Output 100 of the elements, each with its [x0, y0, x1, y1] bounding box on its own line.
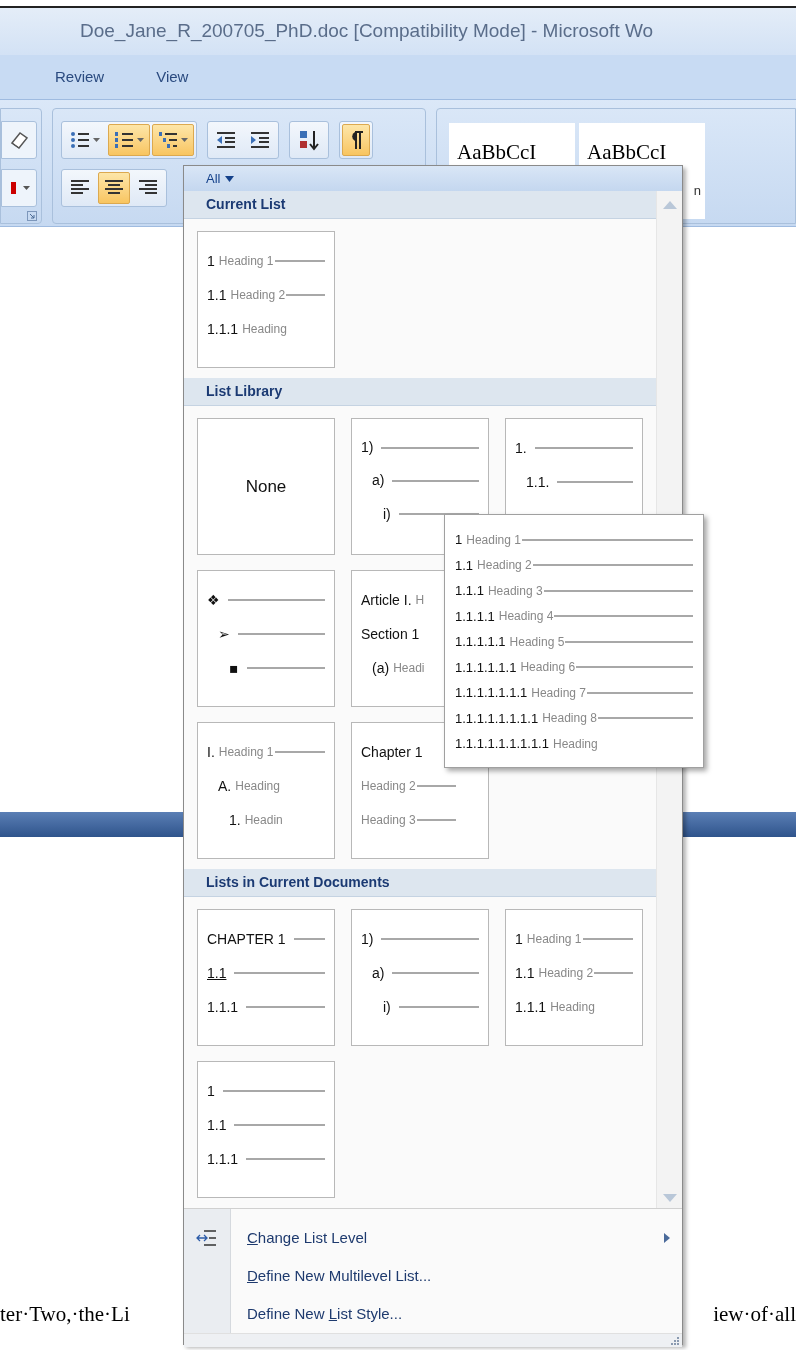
document-text: ter·Two,·the·Li	[0, 1300, 130, 1328]
heading-label: Heading 7	[531, 684, 586, 702]
list-style-tile[interactable]: I. Heading 1 A. Heading 1. Headin	[197, 722, 335, 859]
bullet-symbol: ➢	[218, 624, 230, 644]
caret-icon	[23, 185, 30, 191]
list-style-tile[interactable]: 1) a) i)	[351, 909, 489, 1046]
list-number: 1.1.1	[207, 319, 239, 339]
heading-label: Heading	[235, 778, 280, 795]
list-number: 1.	[229, 810, 241, 830]
style-name: n	[693, 181, 702, 200]
list-style-tile[interactable]: 1 Heading 1 1.1 Heading 2 1.1.1 Heading	[197, 231, 335, 368]
list-number: I.	[207, 742, 215, 762]
list-number: Chapter 1	[361, 742, 423, 762]
bullet-symbol: ▪	[229, 658, 239, 678]
scroll-down-icon	[662, 1194, 677, 1202]
heading-label: Heading	[550, 999, 595, 1016]
list-number: a)	[372, 963, 385, 983]
list-number: 1.1	[207, 963, 227, 983]
list-number: 1.1.1	[455, 582, 484, 600]
style-sample: AaBbCcI	[587, 139, 668, 166]
section-title: Current List	[206, 195, 286, 214]
heading-label: Heading	[552, 735, 598, 753]
font-color-icon	[11, 180, 17, 196]
caret-icon	[225, 175, 235, 182]
list-style-tile[interactable]: ❖ ➢ ▪	[197, 570, 335, 707]
align-right-icon	[138, 179, 158, 197]
caret-icon	[93, 137, 100, 143]
list-number: Article I.	[361, 590, 412, 610]
caret-icon	[181, 137, 188, 143]
heading-label: Heading 6	[520, 659, 576, 677]
list-number: 1.1	[207, 1115, 227, 1135]
heading-label: Heading 1	[218, 253, 274, 270]
none-label: None	[245, 475, 287, 498]
list-number: 1.1.1	[515, 997, 547, 1017]
list-style-tile[interactable]: 1 Heading 1 1.1 Heading 2 1.1.1 Heading	[505, 909, 643, 1046]
bullet-list-icon	[70, 130, 90, 150]
ribbon-tab[interactable]: View	[156, 65, 189, 89]
list-number: 1.1.1.1.1.1.1.1.1	[455, 735, 549, 753]
list-number: 1.1.1	[207, 997, 239, 1017]
list-number: (a)	[372, 658, 390, 678]
list-number: 1.	[515, 438, 527, 458]
heading-label: Heading 4	[498, 608, 554, 626]
caret-icon	[137, 137, 144, 143]
eraser-button[interactable]	[1, 121, 37, 159]
section-title: Lists in Current Documents	[206, 873, 390, 892]
numbered-list-icon	[114, 130, 134, 150]
heading-label: Heading 3	[361, 812, 416, 829]
heading-label: H	[415, 592, 425, 609]
list-number: a)	[372, 471, 385, 491]
multilevel-list-icon	[158, 130, 178, 150]
list-number: 1	[515, 929, 523, 949]
heading-label: Heading	[242, 321, 287, 338]
heading-label: Headi	[393, 660, 425, 677]
list-style-tile[interactable]: 1 1.1 1.1.1	[197, 1061, 335, 1198]
section-title: List Library	[206, 382, 283, 401]
list-number: 1	[207, 1081, 215, 1101]
list-number: 1)	[361, 438, 374, 458]
heading-label: Headin	[244, 812, 283, 829]
ribbon-tab[interactable]: Review	[55, 65, 105, 89]
window-title: Doe_Jane_R_200705_PhD.doc [Compatibility Mode] - Microsoft Wo	[80, 19, 654, 44]
align-left-icon	[70, 179, 90, 197]
menu-item[interactable]: Define New Multilevel List...	[184, 1257, 670, 1295]
heading-label: Heading 1	[218, 744, 274, 761]
list-number: i)	[383, 504, 391, 524]
heading-label: Heading 3	[487, 582, 543, 600]
list-number: 1.1.	[526, 472, 550, 492]
resize-grip-icon	[671, 1336, 679, 1345]
style-sample: AaBbCcI	[457, 139, 538, 166]
menu-item[interactable]: Define New List Style...	[184, 1295, 670, 1333]
dialog-launcher-icon	[27, 211, 37, 221]
heading-label: Heading 2	[230, 287, 286, 304]
submenu-arrow-icon	[664, 1233, 670, 1243]
heading-label: Heading 2	[361, 778, 416, 795]
document-text: iew·of·all	[713, 1300, 796, 1328]
list-number: i)	[383, 997, 391, 1017]
list-number: 1.1.1	[207, 1149, 239, 1169]
heading-label: Heading 5	[509, 633, 565, 651]
eraser-icon	[8, 129, 30, 151]
list-style-tile[interactable]: 1) a) i)	[351, 418, 489, 531]
list-number: 1	[207, 251, 215, 271]
sort-icon	[298, 129, 320, 151]
bullet-symbol: ❖	[207, 590, 220, 610]
multilevel-button[interactable]	[152, 124, 194, 156]
heading-label: Heading 1	[526, 931, 582, 948]
heading-label: Heading 2	[538, 965, 594, 982]
list-style-tile[interactable]: None	[197, 418, 335, 555]
align-center-icon	[104, 179, 124, 197]
list-style-tile[interactable]: CHAPTER 1 1.1 1.1.1	[197, 909, 335, 1046]
list-number: 1.1.1.1.1.1.1.1	[455, 709, 539, 728]
list-number: 1.1	[207, 285, 227, 305]
decrease-indent-icon	[216, 130, 236, 150]
menu-item[interactable]: Change List Level	[184, 1219, 670, 1257]
align-center-button[interactable]	[98, 172, 130, 204]
numbering-button[interactable]	[108, 124, 150, 156]
list-number: A.	[218, 776, 232, 796]
filter-dropdown[interactable]: All	[184, 166, 682, 191]
heading-label: Heading 8	[542, 710, 597, 728]
list-style-tile[interactable]: Chapter 1 Heading 2 Heading 3	[351, 722, 456, 859]
font-color-button[interactable]	[1, 169, 37, 207]
list-number: Section 1	[361, 624, 420, 644]
